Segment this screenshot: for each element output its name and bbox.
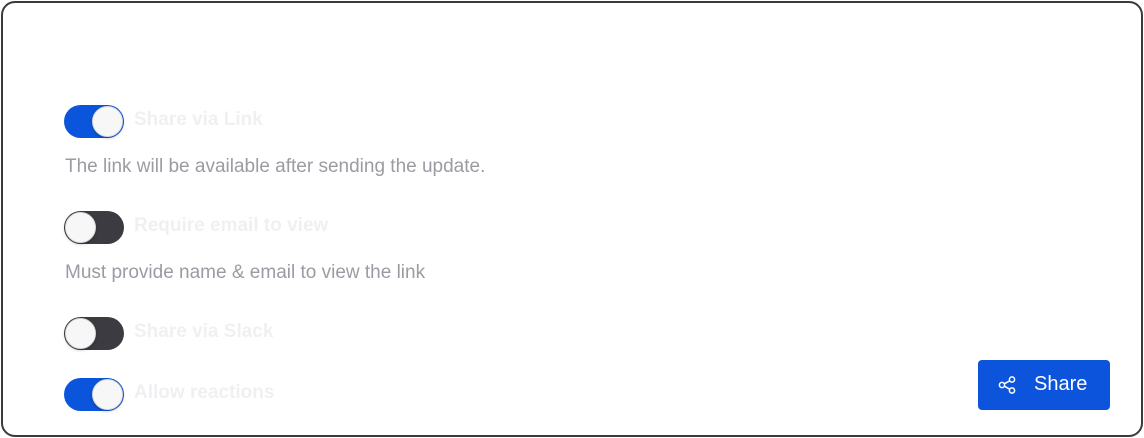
toggle-knob [92,106,123,137]
share-via-slack-label: Share via Slack [134,321,274,342]
share-via-slack-toggle[interactable] [64,317,124,350]
share-via-link-toggle[interactable] [64,105,124,138]
share-via-link-description: The link will be available after sending… [65,156,486,177]
share-settings-panel: Share via Link The link will be availabl… [1,1,1143,437]
share-button[interactable]: Share [978,360,1110,410]
allow-reactions-toggle[interactable] [64,378,124,411]
require-email-toggle[interactable] [64,211,124,244]
share-icon [998,376,1016,394]
share-button-label: Share [1034,373,1088,395]
toggle-knob [65,318,96,349]
allow-reactions-label: Allow reactions [134,382,275,403]
share-via-link-label: Share via Link [134,109,263,130]
toggle-knob [65,212,96,243]
toggle-knob [92,379,123,410]
require-email-description: Must provide name & email to view the li… [65,262,426,283]
require-email-label: Require email to view [134,215,329,236]
